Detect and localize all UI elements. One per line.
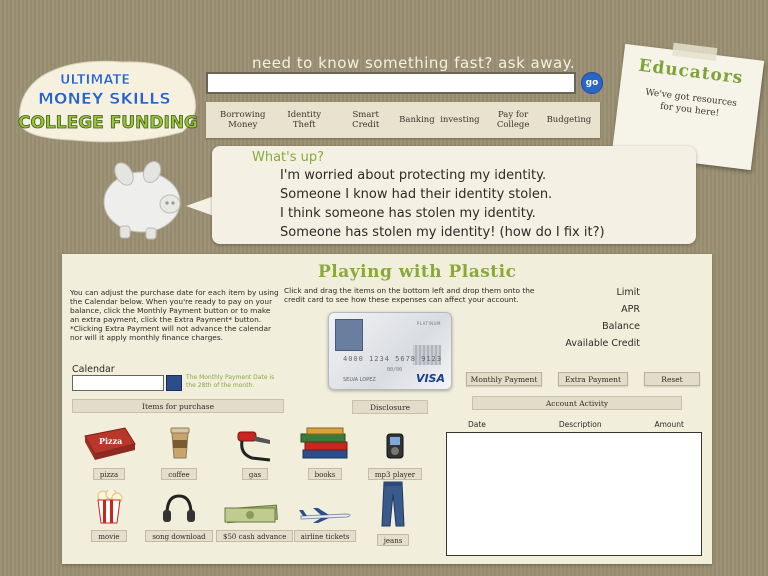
instructions-calendar: You can adjust the purchase date for eac… (70, 288, 279, 342)
item-cash-advance[interactable]: $50 cash advance (216, 502, 294, 543)
item-movie[interactable]: movie (74, 490, 144, 543)
question-bubble: What's up? I'm worried about protecting … (212, 146, 696, 244)
calendar-note: The Monthly Payment Date is the 28th of … (186, 374, 275, 389)
visa-logo: VISA (415, 372, 445, 385)
nav-smart-credit[interactable]: Smart Credit (338, 110, 394, 130)
topic-nav: Borrowing Money Identity Theft Smart Cre… (206, 102, 600, 138)
cash-bills-icon (224, 504, 278, 524)
ultimate-money-skills-logo[interactable]: ULTIMATE MONEY SKILLS COLLEGE FUNDING (12, 54, 202, 146)
playing-with-plastic-panel: Playing with Plastic You can adjust the … (62, 254, 712, 564)
svg-text:Pizza: Pizza (99, 436, 122, 446)
search-input[interactable] (206, 72, 576, 94)
card-tier: PLATINUM (416, 321, 441, 326)
educators-title: Educators (637, 55, 745, 89)
book-stack-icon (300, 427, 348, 459)
apr-label: APR (621, 304, 640, 315)
question-link[interactable]: I'm worried about protecting my identity… (280, 166, 605, 185)
description-column-header: Description (558, 420, 602, 429)
item-label: mp3 player (367, 468, 423, 480)
search-prompt: need to know something fast? ask away. (252, 54, 576, 72)
item-airline-tickets[interactable]: airline tickets (290, 506, 360, 543)
popcorn-icon (97, 490, 123, 524)
question-link[interactable]: I think someone has stolen my identity. (280, 204, 605, 223)
gas-pump-nozzle-icon (237, 431, 271, 462)
pizza-box-icon: Pizza (84, 427, 136, 460)
item-label: gas (241, 468, 269, 480)
nav-identity-theft[interactable]: Identity Theft (276, 110, 332, 130)
logo-line-3: COLLEGE FUNDING (18, 113, 198, 133)
calendar-picker-button[interactable] (166, 375, 182, 391)
extra-payment-button[interactable]: Extra Payment (558, 372, 628, 386)
tape (672, 42, 718, 62)
item-label: movie (91, 530, 127, 542)
account-activity-table (446, 432, 702, 556)
item-pizza[interactable]: Pizza pizza (74, 422, 144, 481)
item-coffee[interactable]: coffee (144, 424, 214, 481)
activity-column-headers: Date Description Amount (446, 420, 702, 429)
jeans-icon (381, 481, 405, 527)
monthly-payment-button[interactable]: Monthly Payment (466, 372, 542, 386)
account-activity-header: Account Activity (472, 396, 682, 410)
amount-column-header: Amount (654, 420, 684, 429)
bubble-heading: What's up? (252, 150, 325, 165)
limit-label: Limit (616, 287, 640, 298)
question-link[interactable]: Someone I know had their identity stolen… (280, 185, 605, 204)
nav-borrowing-money[interactable]: Borrowing Money (215, 110, 271, 130)
go-button[interactable]: go (581, 72, 603, 94)
nav-banking[interactable]: Banking (399, 115, 435, 125)
calendar-date-input[interactable] (72, 375, 164, 391)
nav-pay-for-college[interactable]: Pay for College (485, 110, 541, 130)
item-label: coffee (161, 468, 197, 480)
game-title: Playing with Plastic (318, 262, 517, 282)
question-list: I'm worried about protecting my identity… (280, 166, 605, 242)
headphones-icon (163, 494, 195, 522)
item-label: books (307, 468, 343, 480)
credit-card-drop-target[interactable]: PLATINUM 4000 1234 5678 9123 00/00 SELVA… (328, 312, 452, 390)
card-number: 4000 1234 5678 9123 (343, 355, 443, 363)
item-books[interactable]: books (290, 426, 360, 481)
item-label: jeans (376, 534, 410, 546)
date-column-header: Date (468, 420, 486, 429)
reset-button[interactable]: Reset (644, 372, 700, 386)
nav-investing[interactable]: investing (440, 115, 479, 125)
nav-budgeting[interactable]: Budgeting (547, 115, 592, 125)
item-label: $50 cash advance (216, 530, 294, 542)
logo-line-2: MONEY SKILLS (38, 89, 171, 108)
educators-text: We've got resources for you here! (644, 87, 738, 119)
item-label: song download (145, 530, 213, 542)
item-label: airline tickets (293, 530, 357, 542)
cardholder-photo (335, 319, 363, 351)
card-expiry: 00/00 (387, 367, 403, 373)
item-label: pizza (92, 468, 126, 480)
coffee-cup-icon (170, 427, 190, 459)
available-credit-label: Available Credit (565, 338, 640, 349)
disclosure-button[interactable]: Disclosure (352, 400, 428, 414)
items-for-purchase-header: Items for purchase (72, 399, 284, 413)
calendar-label: Calendar (72, 364, 115, 375)
item-song-download[interactable]: song download (144, 492, 214, 543)
piggy-bank-icon (103, 160, 181, 240)
item-mp3-player[interactable]: mp3 player (360, 432, 430, 481)
instructions-drag: Click and drag the items on the bottom l… (284, 286, 535, 304)
card-holder-name: SELVA LOPEZ (343, 377, 376, 383)
question-link[interactable]: Someone has stolen my identity! (how do … (280, 223, 605, 242)
mp3-player-icon (386, 433, 404, 459)
balance-label: Balance (602, 321, 640, 332)
logo-line-1: ULTIMATE (60, 73, 130, 88)
airplane-icon (299, 508, 351, 523)
item-jeans[interactable]: jeans (358, 480, 428, 547)
bubble-tail (186, 196, 214, 216)
item-gas[interactable]: gas (220, 426, 290, 481)
